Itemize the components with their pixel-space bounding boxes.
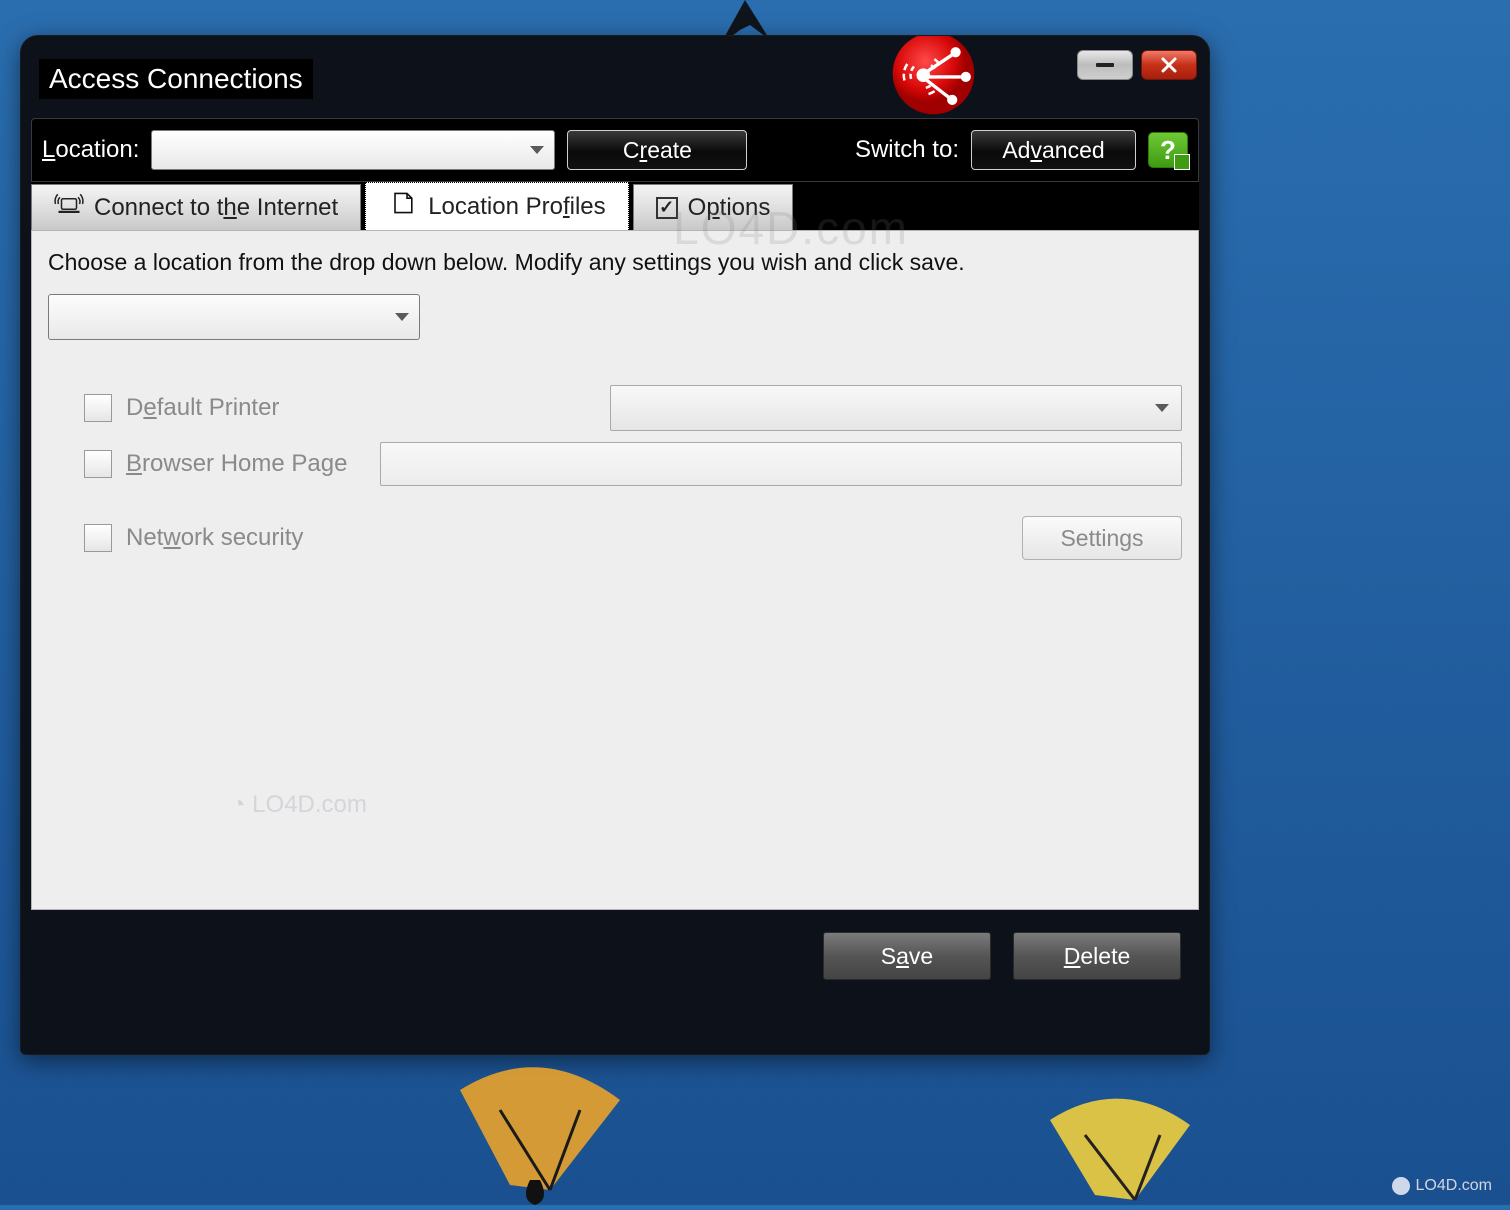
app-title: Access Connections <box>39 59 313 99</box>
homepage-input[interactable] <box>380 442 1182 486</box>
help-icon[interactable]: ? <box>1148 132 1188 168</box>
checkbox-icon <box>656 197 678 219</box>
network-security-label: Network security <box>126 524 303 552</box>
bg-figure-para2 <box>1040 1080 1200 1210</box>
browser-homepage-checkbox[interactable] <box>84 450 112 478</box>
toolbar: Location: Create Switch to: Advanced ? <box>31 118 1199 182</box>
tab-options[interactable]: Options <box>633 184 794 230</box>
default-printer-label: Default Printer <box>126 394 279 422</box>
save-button[interactable]: Save <box>823 932 991 980</box>
app-logo-icon <box>891 35 976 116</box>
profile-form: Default Printer Browser Home Page Networ… <box>48 380 1182 566</box>
bg-figure-para1 <box>440 1050 640 1210</box>
tab-location-profiles[interactable]: Location Profiles <box>365 182 628 230</box>
content-panel: Choose a location from the drop down bel… <box>31 230 1199 910</box>
close-button[interactable] <box>1141 50 1197 80</box>
browser-homepage-label: Browser Home Page <box>126 450 366 478</box>
titlebar: Access Connections <box>21 36 1209 96</box>
chevron-down-icon <box>1155 404 1169 412</box>
page-icon <box>388 191 418 222</box>
settings-button[interactable]: Settings <box>1022 516 1182 560</box>
chevron-down-icon <box>395 313 409 321</box>
attribution-icon <box>1392 1177 1410 1195</box>
app-window: Access Connections Location: Create Swit… <box>20 35 1210 1055</box>
printer-dropdown[interactable] <box>610 385 1182 431</box>
delete-button[interactable]: Delete <box>1013 932 1181 980</box>
location-label: Location: <box>42 136 139 164</box>
location-dropdown[interactable] <box>151 130 555 170</box>
laptop-wifi-icon <box>54 192 84 223</box>
default-printer-checkbox[interactable] <box>84 394 112 422</box>
footer: Save Delete <box>21 910 1209 980</box>
advanced-button[interactable]: Advanced <box>971 130 1136 170</box>
instruction-text: Choose a location from the drop down bel… <box>48 249 1182 276</box>
tabbar: Connect to the Internet Location Profile… <box>31 182 1199 230</box>
create-button[interactable]: Create <box>567 130 747 170</box>
chevron-down-icon <box>530 146 544 154</box>
switch-to-label: Switch to: <box>855 136 959 164</box>
tab-connect-internet[interactable]: Connect to the Internet <box>31 184 361 230</box>
network-security-checkbox[interactable] <box>84 524 112 552</box>
page-attribution: LO4D.com <box>1392 1177 1492 1195</box>
minimize-button[interactable] <box>1077 50 1133 80</box>
profile-dropdown[interactable] <box>48 294 420 340</box>
